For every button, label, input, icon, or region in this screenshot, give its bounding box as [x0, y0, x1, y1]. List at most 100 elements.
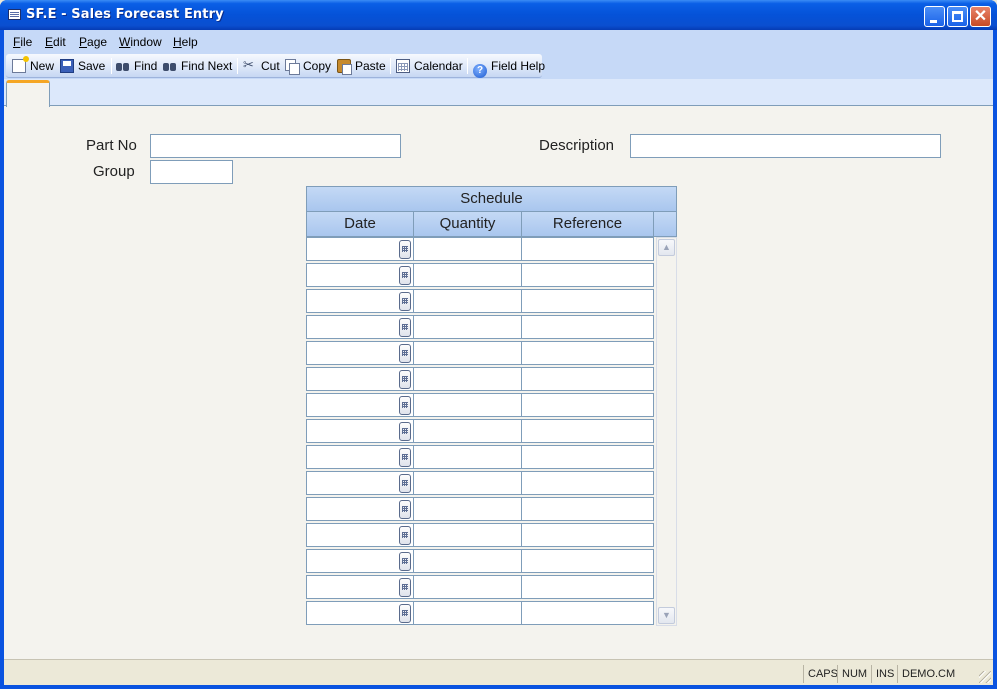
date-cell[interactable]	[306, 263, 414, 287]
reference-cell[interactable]	[521, 497, 654, 521]
quantity-cell[interactable]	[413, 263, 522, 287]
reference-cell[interactable]	[521, 601, 654, 625]
find-button[interactable]: Find	[116, 58, 157, 74]
menu-window[interactable]: Window	[119, 35, 162, 49]
reference-cell[interactable]	[521, 393, 654, 417]
maximize-button[interactable]	[947, 6, 968, 27]
reference-cell[interactable]	[521, 367, 654, 391]
date-cell[interactable]	[306, 341, 414, 365]
new-button[interactable]: New	[12, 56, 54, 74]
menu-page[interactable]: Page	[79, 35, 107, 49]
find-next-button[interactable]: Find Next	[163, 58, 232, 74]
quantity-cell[interactable]	[413, 601, 522, 625]
menu-file[interactable]: File	[13, 35, 32, 49]
quantity-cell[interactable]	[413, 367, 522, 391]
date-cell[interactable]	[306, 497, 414, 521]
close-button[interactable]: ✕	[970, 6, 991, 27]
calendar-picker-icon[interactable]	[399, 240, 411, 259]
description-input[interactable]	[630, 134, 941, 158]
menu-help-accel: H	[173, 35, 182, 49]
date-cell[interactable]	[306, 237, 414, 261]
calendar-picker-icon[interactable]	[399, 474, 411, 493]
menu-edit[interactable]: Edit	[45, 35, 66, 49]
calendar-picker-icon[interactable]	[399, 370, 411, 389]
calendar-picker-icon[interactable]	[399, 266, 411, 285]
date-cell[interactable]	[306, 575, 414, 599]
reference-cell[interactable]	[521, 575, 654, 599]
scroll-down-button[interactable]: ▼	[658, 607, 675, 624]
reference-cell[interactable]	[521, 471, 654, 495]
quantity-cell[interactable]	[413, 393, 522, 417]
calendar-picker-icon[interactable]	[399, 526, 411, 545]
reference-cell[interactable]	[521, 549, 654, 573]
help-icon: ?	[473, 64, 487, 78]
date-cell[interactable]	[306, 601, 414, 625]
date-cell[interactable]	[306, 289, 414, 313]
column-header-quantity[interactable]: Quantity	[413, 211, 522, 237]
calendar-picker-icon[interactable]	[399, 552, 411, 571]
date-cell[interactable]	[306, 523, 414, 547]
date-cell[interactable]	[306, 315, 414, 339]
menu-window-accel: W	[119, 35, 131, 49]
calendar-picker-icon[interactable]	[399, 396, 411, 415]
clipboard-icon	[337, 59, 352, 75]
reference-cell[interactable]	[521, 445, 654, 469]
reference-cell[interactable]	[521, 419, 654, 443]
calendar-picker-icon[interactable]	[399, 500, 411, 519]
calendar-picker-icon[interactable]	[399, 448, 411, 467]
title-bar[interactable]: SF.E - Sales Forecast Entry ✕	[0, 0, 997, 30]
reference-cell[interactable]	[521, 523, 654, 547]
reference-cell[interactable]	[521, 315, 654, 339]
date-cell[interactable]	[306, 471, 414, 495]
reference-cell[interactable]	[521, 237, 654, 261]
quantity-cell[interactable]	[413, 445, 522, 469]
quantity-cell[interactable]	[413, 289, 522, 313]
reference-cell[interactable]	[521, 289, 654, 313]
quantity-cell[interactable]	[413, 341, 522, 365]
tab-main[interactable]	[6, 80, 50, 107]
quantity-cell[interactable]	[413, 237, 522, 261]
column-header-date[interactable]: Date	[306, 211, 414, 237]
column-header-reference[interactable]: Reference	[521, 211, 654, 237]
save-button[interactable]: Save	[60, 58, 105, 74]
schedule-scrollbar[interactable]: ▲ ▼	[656, 237, 677, 626]
save-button-label: Save	[78, 59, 106, 73]
cut-button[interactable]: Cut	[243, 57, 280, 74]
status-ins: INS	[871, 665, 894, 683]
date-cell[interactable]	[306, 367, 414, 391]
calendar-picker-icon[interactable]	[399, 578, 411, 597]
reference-cell[interactable]	[521, 263, 654, 287]
part-no-input[interactable]	[150, 134, 401, 158]
reference-cell[interactable]	[521, 341, 654, 365]
field-help-button[interactable]: ? Field Help	[473, 58, 545, 78]
quantity-cell[interactable]	[413, 549, 522, 573]
toolbar-separator	[111, 58, 112, 74]
quantity-cell[interactable]	[413, 419, 522, 443]
calendar-picker-icon[interactable]	[399, 422, 411, 441]
paste-button[interactable]: Paste	[337, 58, 386, 75]
calendar-picker-icon[interactable]	[399, 318, 411, 337]
date-cell[interactable]	[306, 419, 414, 443]
calendar-picker-icon[interactable]	[399, 292, 411, 311]
status-bar: CAPS NUM INS DEMO.CM	[4, 659, 993, 685]
group-input[interactable]	[150, 160, 233, 184]
quantity-cell[interactable]	[413, 497, 522, 521]
quantity-cell[interactable]	[413, 575, 522, 599]
menu-help[interactable]: Help	[173, 35, 198, 49]
calendar-picker-icon[interactable]	[399, 604, 411, 623]
calendar-picker-icon[interactable]	[399, 344, 411, 363]
date-cell[interactable]	[306, 549, 414, 573]
date-cell[interactable]	[306, 445, 414, 469]
date-cell[interactable]	[306, 393, 414, 417]
minimize-button[interactable]	[924, 6, 945, 27]
copy-button[interactable]: Copy	[285, 58, 331, 75]
scroll-up-button[interactable]: ▲	[658, 239, 675, 256]
floppy-disk-icon	[60, 59, 74, 73]
menu-file-label: ile	[20, 35, 33, 49]
calendar-button[interactable]: Calendar	[396, 58, 463, 74]
quantity-cell[interactable]	[413, 523, 522, 547]
resize-grip[interactable]	[979, 671, 991, 683]
close-icon: ✕	[973, 8, 988, 25]
quantity-cell[interactable]	[413, 315, 522, 339]
quantity-cell[interactable]	[413, 471, 522, 495]
